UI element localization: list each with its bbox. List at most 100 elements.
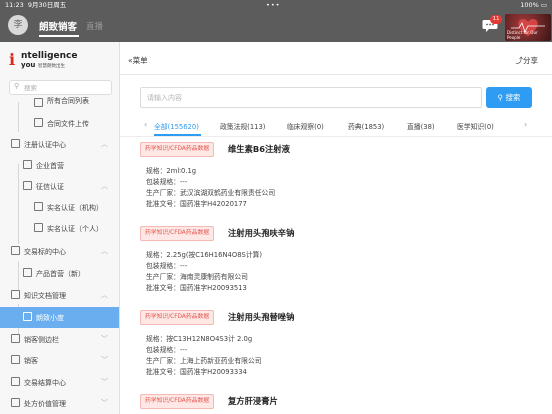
- sidebar-item-label: 交易结算中心: [24, 379, 66, 387]
- result-manufacturer: 生产厂家：武汉滨湖双鹤药业有限责任公司: [146, 189, 276, 197]
- category-tag: 药学知识/CFDA药品数据: [140, 310, 215, 325]
- folder-icon: [11, 246, 20, 255]
- result-package: 包装规格：---: [146, 346, 188, 354]
- result-spec: 规格：2.25g(按C16H16N4O8S计算): [146, 251, 263, 259]
- tab-pharmacopoeia[interactable]: 药典(1853): [348, 121, 384, 131]
- logo-word-intelligence: ntelligence: [21, 51, 78, 61]
- company-logo: i ntelligence you 智慧朗致出生: [9, 50, 109, 72]
- search-icon: ⚲: [14, 82, 20, 90]
- chevron-down-icon: ﹀: [101, 335, 108, 343]
- category-tag: 药学知识/CFDA药品数据: [140, 394, 215, 409]
- sidebar-item-label: 实名认证（机构）: [47, 204, 103, 212]
- result-title[interactable]: 维生素B6注射液: [228, 143, 290, 155]
- folder-icon: [11, 377, 20, 386]
- result-title[interactable]: 注射用头孢呋辛钠: [228, 227, 294, 239]
- category-tag: 药学知识/CFDA药品数据: [140, 142, 215, 157]
- brand-tag: Distinct for Our People: [507, 30, 538, 40]
- menu-toggle-button[interactable]: «菜单: [128, 55, 148, 66]
- document-icon: [34, 118, 43, 127]
- folder-icon: [23, 181, 32, 190]
- sidebar-item-all-contracts[interactable]: 所有合同列表: [0, 93, 119, 114]
- sidebar-item-label: 所有合同列表: [47, 97, 89, 105]
- chevron-left-icon[interactable]: ‹: [144, 120, 147, 129]
- document-icon: [23, 312, 32, 321]
- sidebar-item-product-first-business[interactable]: 产品首营（新）: [0, 263, 119, 284]
- content-search-input[interactable]: [141, 88, 483, 107]
- notification-badge: 11: [490, 15, 502, 24]
- active-tab-underline: [39, 35, 79, 37]
- multitask-dots[interactable]: •••: [266, 0, 281, 11]
- result-package: 包装规格：---: [146, 178, 188, 186]
- category-tabs: ‹ 全部(155620) 政策法规(113) 临床观察(0) 药典(1853) …: [120, 116, 552, 137]
- sidebar-item-real-name-personal[interactable]: 实名认证（个人）: [0, 218, 119, 239]
- chevron-down-icon: ﹀: [101, 356, 108, 364]
- folder-icon: [11, 355, 20, 364]
- document-icon: [23, 160, 32, 169]
- folder-icon: [11, 139, 20, 148]
- result-manufacturer: 生产厂家：海南灵康制药有限公司: [146, 273, 248, 281]
- tab-live[interactable]: 直播(38): [407, 121, 435, 131]
- logo-letter: i: [9, 50, 16, 69]
- chevron-right-icon[interactable]: ›: [524, 120, 527, 129]
- sidebar-item-label: 朗致小度: [36, 314, 64, 322]
- chevron-up-icon: ︿: [101, 291, 108, 299]
- sidebar-item-label: 交易标的中心: [24, 248, 66, 256]
- sidebar-item-prescription-value[interactable]: 处方价值管理 ﹀: [0, 393, 119, 414]
- sidebar-item-real-name-org[interactable]: 实名认证（机构）: [0, 197, 119, 218]
- battery-indicator: 100% ▭: [520, 1, 547, 9]
- sidebar-item-knowledge-docs[interactable]: 知识文档管理 ︿: [0, 285, 119, 306]
- sidebar: i ntelligence you 智慧朗致出生 ⚲ 所有合同列表 合同文件上传…: [0, 42, 120, 414]
- content-search-box[interactable]: [140, 87, 483, 108]
- sidebar-item-label: 知识文档管理: [24, 292, 66, 300]
- result-spec: 规格：2ml∶0.1g: [146, 167, 197, 175]
- header-divider: [120, 74, 552, 75]
- result-approval-no: 批准文号：国药准字H20093513: [146, 284, 247, 292]
- document-icon: [23, 268, 32, 277]
- sidebar-item-contract-upload[interactable]: 合同文件上传: [0, 113, 119, 134]
- sidebar-item-label: 销客侧边栏: [24, 336, 59, 344]
- chevron-up-icon: ︿: [101, 182, 108, 190]
- chevron-up-icon: ︿: [101, 140, 108, 148]
- search-button[interactable]: ⚲ 搜索: [486, 87, 532, 108]
- sidebar-item-label: 销客: [24, 357, 38, 365]
- result-manufacturer: 生产厂家：上海上药新亚药业有限公司: [146, 357, 262, 365]
- tab-live[interactable]: 直播: [86, 20, 103, 32]
- folder-icon: [11, 290, 20, 299]
- sidebar-item-label: 处方价值管理: [24, 400, 66, 408]
- tab-medical-knowledge[interactable]: 医学知识(0): [457, 121, 494, 131]
- sidebar-item-langzhi-xiaodu[interactable]: 朗致小度: [0, 307, 119, 328]
- result-package: 包装规格：---: [146, 262, 188, 270]
- sidebar-item-credit-certification[interactable]: 征信认证 ︿: [0, 176, 119, 197]
- tab-all[interactable]: 全部(155620): [154, 121, 199, 131]
- sidebar-item-label: 征信认证: [36, 183, 64, 191]
- sidebar-item-sales-sidebar[interactable]: 销客侧边栏 ﹀: [0, 329, 119, 350]
- sidebar-item-label: 产品首营（新）: [36, 270, 85, 278]
- document-icon: [34, 202, 43, 211]
- sidebar-item-label: 实名认证（个人）: [47, 225, 103, 233]
- sidebar-item-sales[interactable]: 销客 ﹀: [0, 350, 119, 371]
- tab-policy[interactable]: 政策法规(113): [220, 121, 265, 131]
- share-button[interactable]: ⤴分享: [516, 55, 539, 66]
- sidebar-item-trading-center[interactable]: 交易标的中心 ︿: [0, 241, 119, 262]
- chevron-down-icon: ﹀: [101, 378, 108, 386]
- folder-icon: [11, 398, 20, 407]
- active-tab-underline: [154, 134, 201, 136]
- sidebar-item-enterprise-first-business[interactable]: 企业首营: [0, 155, 119, 176]
- tab-clinical[interactable]: 临床观察(0): [287, 121, 324, 131]
- sidebar-item-registration-center[interactable]: 注册认证中心 ︿: [0, 134, 119, 155]
- app-top-bar: 李 朗致销客 直播 11 Distinct for Our People: [0, 11, 552, 42]
- chevron-up-icon: ︿: [101, 247, 108, 255]
- tab-langzhi-sales[interactable]: 朗致销客: [39, 19, 77, 33]
- result-title[interactable]: 复方肝浸膏片: [228, 395, 278, 407]
- document-icon: [34, 223, 43, 232]
- user-avatar[interactable]: 李: [8, 15, 28, 35]
- result-title[interactable]: 注射用头孢替唑钠: [228, 311, 294, 323]
- brand-image: Distinct for Our People: [505, 14, 551, 41]
- logo-subtitle: 智慧朗致出生: [38, 64, 65, 69]
- category-tag: 药学知识/CFDA药品数据: [140, 226, 215, 241]
- status-bar: 11:23 9月30日周五 ••• 100% ▭: [0, 0, 552, 11]
- sidebar-item-settlement-center[interactable]: 交易结算中心 ﹀: [0, 372, 119, 393]
- folder-icon: [11, 334, 20, 343]
- logo-word-you: you: [21, 61, 36, 69]
- main-content: «菜单 ⤴分享 ⚲ 搜索 ‹ 全部(155620) 政策法规(113) 临床观察…: [120, 42, 552, 414]
